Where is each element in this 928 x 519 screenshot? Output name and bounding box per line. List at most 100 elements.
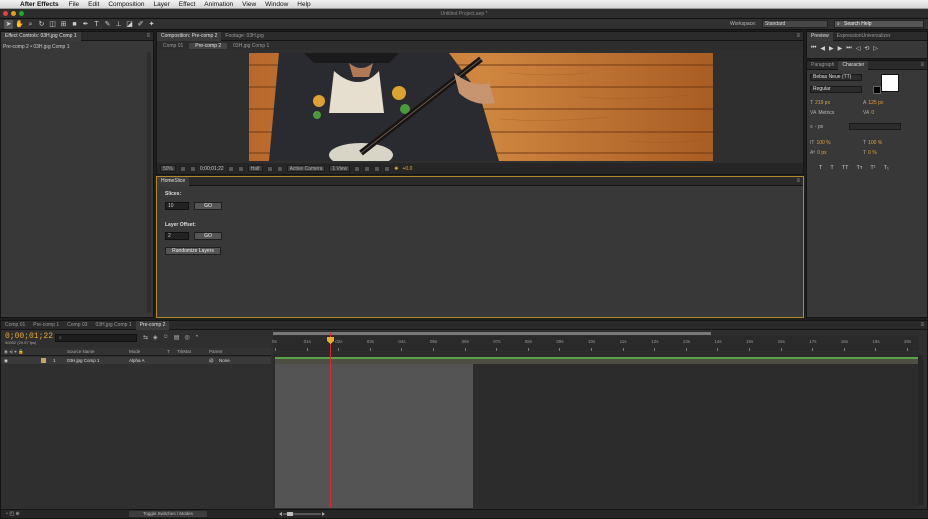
ram-preview-icon[interactable]: ▷ (873, 45, 878, 52)
draft-3d-icon[interactable]: ◈ (153, 334, 158, 341)
vertical-scale-field[interactable]: IT 100 % (810, 140, 831, 146)
horizontal-scale-field[interactable]: T 100 % (863, 140, 882, 146)
menu-animation[interactable]: Animation (204, 1, 233, 8)
menu-view[interactable]: View (242, 1, 256, 8)
menu-composition[interactable]: Composition (108, 1, 144, 8)
loop-icon[interactable]: ⟲ (864, 45, 869, 52)
comp-mini-flowchart-icon[interactable]: ⇆ (143, 334, 148, 341)
stroke-style-select[interactable] (849, 123, 901, 130)
render-time-icon[interactable]: ◔ ◰ ⊕ (5, 511, 20, 517)
tsume-field[interactable]: T0 % (863, 150, 877, 156)
zoom-tool-icon[interactable]: ⌕ (26, 20, 35, 29)
safe-margins-icon[interactable] (180, 165, 187, 172)
effect-controls-scrollbar[interactable] (147, 52, 151, 313)
fast-previews-icon[interactable] (364, 165, 371, 172)
play-icon[interactable]: ▶ (829, 45, 834, 52)
flowchart-icon[interactable] (384, 165, 391, 172)
tab-paragraph[interactable]: Paragraph (807, 61, 838, 70)
panel-menu-icon[interactable]: ≡ (796, 177, 800, 186)
slices-input[interactable]: 10 (165, 202, 189, 210)
subtab-pre-comp-2[interactable]: Pre-comp 2 (189, 42, 228, 49)
region-of-interest-icon[interactable] (266, 165, 273, 172)
tab-character[interactable]: Character (838, 60, 869, 70)
next-frame-icon[interactable]: ▶ (838, 45, 843, 52)
column-source-name[interactable]: Source Name (67, 349, 95, 354)
mute-audio-icon[interactable]: ◁ (856, 45, 861, 52)
motion-blur-icon[interactable]: ◎ (184, 334, 189, 341)
roto-tool-icon[interactable]: ✐ (136, 20, 145, 29)
work-area-bar[interactable] (273, 332, 711, 335)
selection-tool-icon[interactable]: ➤ (4, 19, 13, 29)
timeline-icon[interactable] (374, 165, 381, 172)
subscript-button[interactable]: T₁ (884, 165, 889, 171)
menu-help[interactable]: Help (297, 1, 310, 8)
time-ruler[interactable]: 0s 01s 02s 03s 04s 05s 06s 07s 08s 09s 10s 11s 12s 13… (272, 336, 919, 351)
tab-timeline-pre-comp-1[interactable]: Pre-comp 1 (29, 321, 63, 330)
composition-viewer[interactable] (249, 53, 713, 161)
current-time-display[interactable]: 0;00;01;22 (200, 166, 224, 172)
minimize-window-icon[interactable] (11, 11, 16, 16)
menu-file[interactable]: File (69, 1, 79, 8)
tab-timeline-pre-comp-2[interactable]: Pre-comp 2 (135, 320, 170, 330)
app-menu[interactable]: After Effects (20, 1, 59, 8)
tab-expression-universalizer[interactable]: ExpressionUniversalizer (833, 32, 895, 41)
snapshot-camera-icon[interactable] (190, 165, 197, 172)
resolution-select[interactable]: Half (247, 165, 263, 172)
workspace-select[interactable]: Standard (762, 20, 828, 28)
previous-frame-icon[interactable]: ◀ (820, 45, 825, 52)
exposure-icon[interactable]: ✺ (394, 166, 398, 172)
exposure-value[interactable]: +0.0 (402, 166, 412, 172)
tab-timeline-comp-01[interactable]: Comp 01 (1, 321, 29, 330)
panel-menu-icon[interactable]: ≡ (146, 32, 150, 41)
camera-tool-icon[interactable]: ◫ (48, 20, 57, 29)
eraser-tool-icon[interactable]: ◪ (125, 20, 134, 29)
kerning-field[interactable]: VA Metrics (810, 110, 834, 116)
tracking-field[interactable]: VA 0 (863, 110, 874, 116)
column-t[interactable]: T (167, 349, 170, 354)
layer-offset-input[interactable]: 2 (165, 232, 189, 240)
panel-menu-icon[interactable]: ≡ (920, 61, 924, 70)
visibility-eye-icon[interactable]: ◉ (4, 358, 8, 364)
search-help-input[interactable]: ⌕ Search Help (834, 20, 924, 28)
timeline-scrollbar[interactable] (918, 355, 923, 505)
toggle-switches-modes-button[interactable]: Toggle Switches / Modes (129, 511, 207, 517)
baseline-shift-field[interactable]: Aª 0 px (810, 150, 827, 156)
tab-effect-controls[interactable]: Effect Controls: 03H.jpg Comp 1 (1, 31, 81, 41)
mask-tool-icon[interactable]: ■ (70, 20, 79, 29)
magnification-select[interactable]: 50% (160, 165, 177, 172)
layer-parent-select[interactable]: None (219, 358, 230, 363)
layer-offset-go-button[interactable]: GO (194, 232, 222, 240)
column-mode[interactable]: Mode (129, 349, 140, 354)
pan-behind-tool-icon[interactable]: ⊞ (59, 20, 68, 29)
channel-icon[interactable] (237, 165, 244, 172)
toggle-pixel-aspect-icon[interactable] (354, 165, 361, 172)
close-window-icon[interactable] (3, 11, 8, 16)
stroke-color-swatch[interactable] (873, 86, 881, 94)
subtab-comp-01[interactable]: Comp 01 (157, 43, 189, 49)
clone-tool-icon[interactable]: ⊥ (114, 20, 123, 29)
menu-layer[interactable]: Layer (153, 1, 169, 8)
hand-tool-icon[interactable]: ✋ (15, 20, 24, 29)
type-tool-icon[interactable]: T (92, 20, 101, 29)
panel-menu-icon[interactable]: ≡ (920, 321, 924, 330)
menu-window[interactable]: Window (265, 1, 288, 8)
pen-tool-icon[interactable]: ✒ (81, 20, 90, 29)
menu-edit[interactable]: Edit (88, 1, 99, 8)
transparency-grid-icon[interactable] (276, 165, 283, 172)
column-parent[interactable]: Parent (209, 349, 222, 354)
table-row[interactable]: ◉ 1 03H.jpg Comp 1 Alpha A @ None (1, 357, 271, 364)
parent-pickwhip-icon[interactable]: @ (209, 358, 214, 363)
tab-homeslice[interactable]: HomeSlice (157, 176, 190, 186)
first-frame-icon[interactable]: ⏮ (811, 45, 816, 52)
fill-color-swatch[interactable] (881, 74, 899, 92)
rotate-tool-icon[interactable]: ↻ (37, 20, 46, 29)
tab-timeline-comp-03[interactable]: Comp 03 (63, 321, 91, 330)
leading-field[interactable]: A 125 px (863, 100, 883, 106)
graph-editor-icon[interactable]: ◔ (195, 334, 199, 341)
tab-composition[interactable]: Composition: Pre-comp 2 (157, 31, 222, 41)
frame-blending-icon[interactable]: ▤ (174, 334, 180, 341)
panel-menu-icon[interactable]: ≡ (796, 32, 800, 41)
slices-go-button[interactable]: GO (194, 202, 222, 210)
superscript-button[interactable]: T¹ (870, 165, 875, 171)
timeline-zoom-slider[interactable] (277, 512, 327, 516)
